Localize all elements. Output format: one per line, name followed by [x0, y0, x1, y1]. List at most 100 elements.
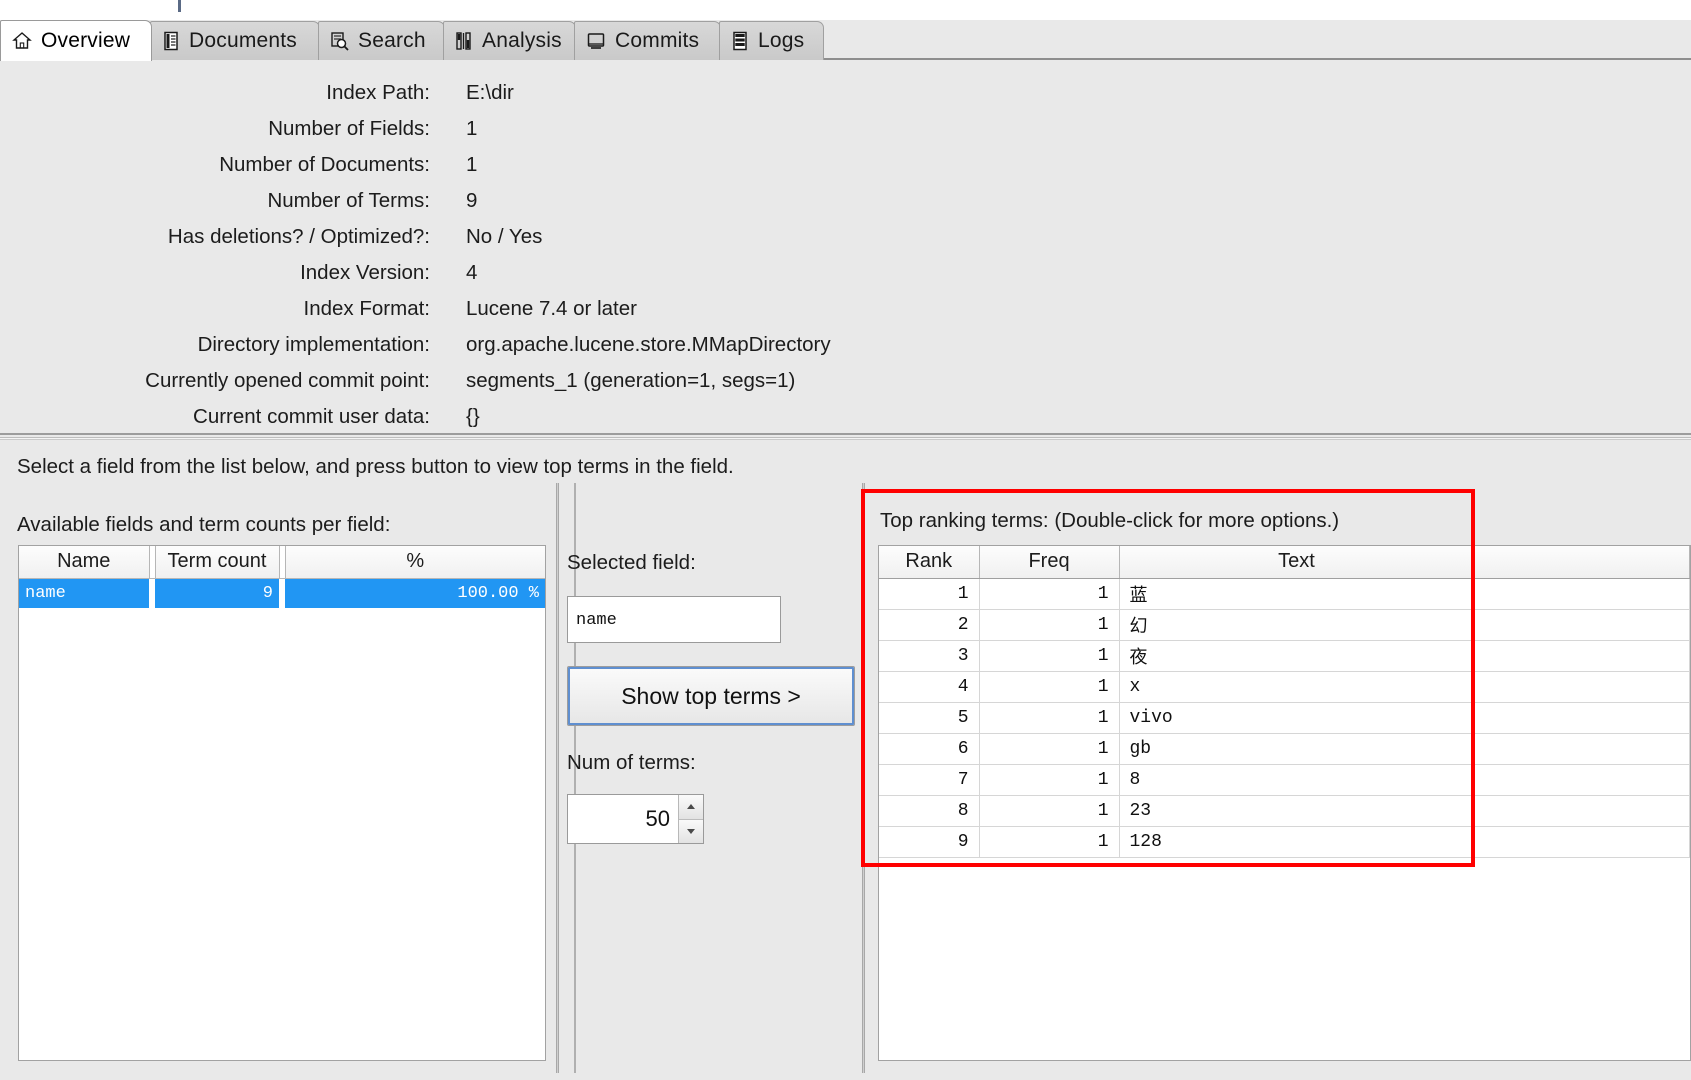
tab-label: Logs: [758, 29, 805, 52]
tab-label: Commits: [615, 29, 700, 52]
term-cell-rank: 3: [879, 640, 980, 672]
field-cell-name: name: [19, 578, 149, 608]
tab-label: Analysis: [482, 29, 562, 52]
term-cell-text: vivo: [1119, 702, 1475, 734]
term-row[interactable]: 6 1 gb: [879, 733, 1690, 765]
term-cell-spacer: [1474, 640, 1690, 672]
term-row[interactable]: 8 1 23: [879, 795, 1690, 827]
term-cell-spacer: [1474, 733, 1690, 765]
stepper-increment-button[interactable]: [679, 795, 703, 820]
tab-label: Search: [358, 29, 426, 52]
term-row[interactable]: 21幻: [879, 609, 1690, 641]
show-top-terms-button[interactable]: Show top terms >: [567, 666, 855, 726]
overview-row-value: org.apache.lucene.store.MMapDirectory: [466, 333, 831, 356]
column-header-rank[interactable]: Rank: [879, 546, 980, 579]
logs-icon: [731, 31, 749, 51]
column-header-name[interactable]: Name: [19, 546, 150, 579]
main-tab-bar: Overview Documents Search Analysis Commits Lo…: [0, 20, 1691, 61]
num-of-terms-input[interactable]: 50: [568, 795, 679, 843]
tab-documents[interactable]: Documents: [150, 21, 320, 60]
triangle-down-icon: [687, 828, 695, 834]
term-cell-rank: 9: [879, 826, 980, 858]
term-cell-rank: 7: [879, 764, 980, 796]
term-cell-spacer: [1474, 826, 1690, 858]
terms-table-header-row: Rank Freq Text: [879, 546, 1690, 579]
overview-row-label: Has deletions? / Optimized?:: [167, 225, 430, 248]
term-cell-freq: 1: [979, 671, 1120, 703]
overview-row: Number of Fields: 1: [0, 111, 1000, 147]
term-cell-spacer: [1474, 671, 1690, 703]
search-icon: [330, 31, 349, 51]
term-cell-rank: 1: [879, 578, 980, 610]
term-cell-rank: 8: [879, 795, 980, 827]
overview-row-label: Currently opened commit point:: [145, 369, 430, 392]
tab-search[interactable]: Search: [318, 21, 445, 60]
lucene-index-toolbox-window: Overview Documents Search Analysis Commits Lo…: [0, 0, 1691, 1080]
overview-row-value: segments_1 (generation=1, segs=1): [466, 369, 796, 392]
term-row[interactable]: 9 1 128: [879, 826, 1690, 858]
overview-row-label: Number of Terms:: [267, 189, 430, 212]
top-ranking-terms-table[interactable]: Rank Freq Text 1 1 蓝 2 1 幻 3 1 夜 4 1 x 5 1 vivo 6 1 gb 7 1 8…: [878, 545, 1691, 1061]
term-cell-freq: 1: [979, 578, 1120, 610]
overview-row: Has deletions? / Optimized?: No / Yes: [0, 219, 1000, 255]
term-cell-spacer: [1474, 702, 1690, 734]
term-cell-spacer: [1474, 609, 1690, 641]
term-cell-rank: 6: [879, 733, 980, 765]
term-row[interactable]: 718: [879, 764, 1690, 796]
overview-row: Current commit user data: {}: [0, 399, 1000, 435]
selected-field-input[interactable]: name: [567, 596, 781, 643]
overview-row: Index Path: E:\dir: [0, 75, 1000, 111]
analysis-icon: [455, 31, 473, 51]
term-cell-freq: 1: [979, 702, 1120, 734]
right-splitter[interactable]: [862, 483, 865, 1073]
overview-row-value: 4: [466, 261, 478, 284]
term-cell-freq: 1: [979, 795, 1120, 827]
term-cell-spacer: [1474, 764, 1690, 796]
tab-label: Overview: [41, 29, 131, 52]
term-cell-text: 蓝: [1119, 578, 1475, 610]
term-row[interactable]: 5 1 vivo: [879, 702, 1690, 734]
overview-row-value: Lucene 7.4 or later: [466, 297, 637, 320]
tab-logs[interactable]: Logs: [719, 21, 824, 60]
term-cell-freq: 1: [979, 640, 1120, 672]
tab-overview[interactable]: Overview: [0, 20, 152, 61]
term-cell-text: gb: [1119, 733, 1475, 765]
term-row[interactable]: 41x: [879, 671, 1690, 703]
term-cell-text: 23: [1119, 795, 1475, 827]
column-header-freq[interactable]: Freq: [979, 546, 1120, 579]
column-header-percent[interactable]: %: [285, 546, 545, 579]
tab-analysis[interactable]: Analysis: [443, 21, 576, 60]
term-cell-freq: 1: [979, 826, 1120, 858]
tab-commits[interactable]: Commits: [574, 21, 721, 60]
available-fields-table[interactable]: Name Term count % name 9 100.00 %: [18, 545, 546, 1061]
term-cell-rank: 5: [879, 702, 980, 734]
instruction-text: Select a field from the list below, and …: [17, 455, 734, 478]
term-cell-spacer: [1474, 578, 1690, 610]
overview-row-label: Number of Documents:: [219, 153, 430, 176]
fields-table-header-row: Name Term count %: [19, 546, 545, 579]
overview-row: Index Format: Lucene 7.4 or later: [0, 291, 1000, 327]
field-row[interactable]: name 9 100.00 %: [19, 578, 545, 608]
num-of-terms-stepper[interactable]: 50: [567, 794, 704, 844]
overview-row-value: 9: [466, 189, 478, 212]
column-header-spacer: [1474, 546, 1690, 579]
num-of-terms-label: Num of terms:: [567, 751, 696, 774]
column-header-text[interactable]: Text: [1119, 546, 1475, 579]
text-caret-icon: [178, 0, 181, 12]
overview-row-label: Directory implementation:: [197, 333, 430, 356]
overview-row-value: No / Yes: [466, 225, 543, 248]
term-row[interactable]: 11蓝: [879, 578, 1690, 610]
top-ranking-terms-label: Top ranking terms: (Double-click for mor…: [880, 509, 1340, 532]
term-row[interactable]: 31夜: [879, 640, 1690, 672]
left-splitter[interactable]: [556, 483, 559, 1073]
overview-row-value: E:\dir: [466, 81, 514, 104]
term-cell-text: x: [1119, 671, 1475, 703]
available-fields-label: Available fields and term counts per fie…: [17, 513, 391, 536]
overview-row-value: {}: [466, 405, 480, 428]
overview-row-label: Index Version:: [300, 261, 430, 284]
overview-row-value: 1: [466, 153, 478, 176]
stepper-decrement-button[interactable]: [679, 819, 703, 843]
fields-and-terms-section: Select a field from the list below, and …: [0, 441, 1691, 1080]
column-header-term-count[interactable]: Term count: [155, 546, 280, 579]
triangle-up-icon: [687, 804, 695, 810]
